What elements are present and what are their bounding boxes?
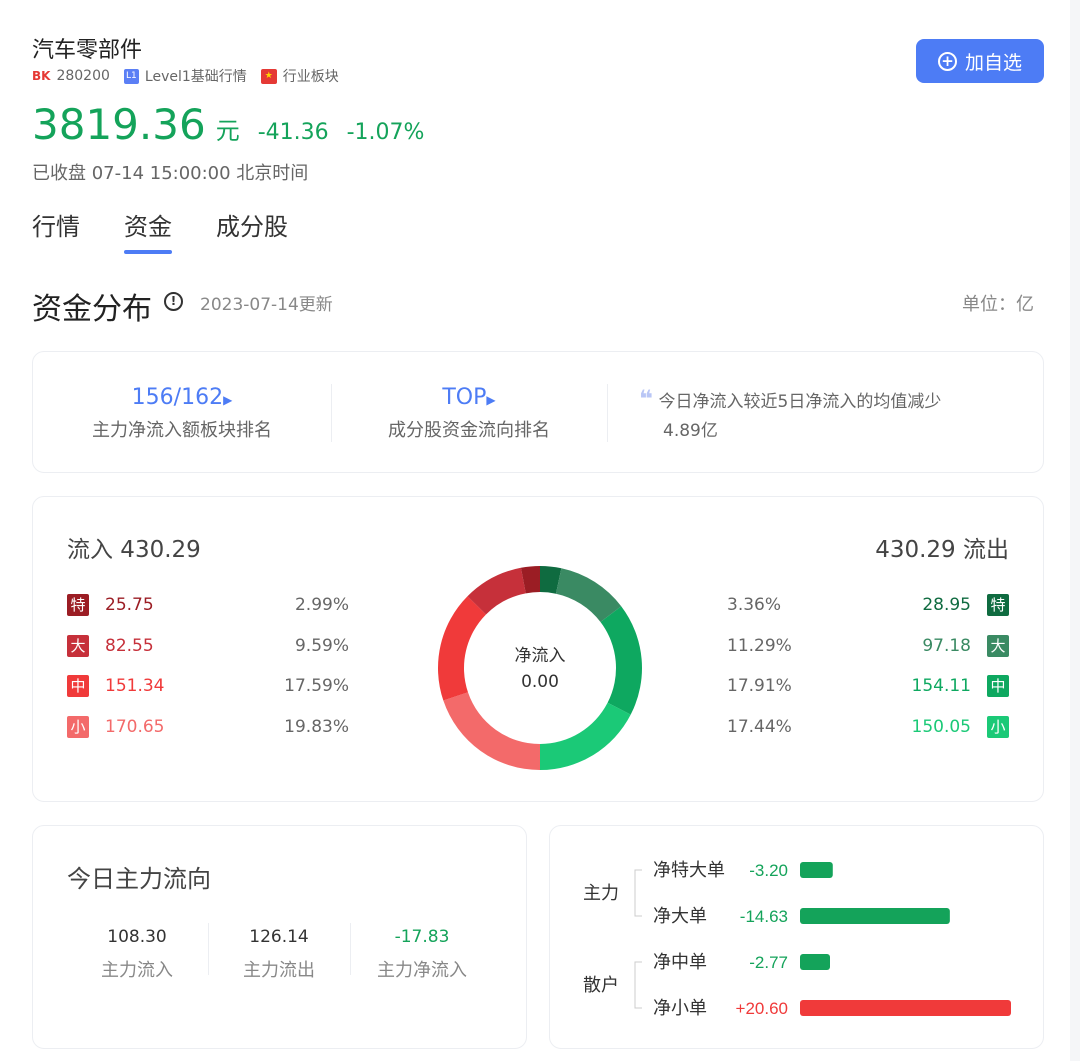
net-inflow-note: ❝ 今日净流入较近5日净流入的均值减少 4.89亿 bbox=[639, 385, 941, 446]
inflow-pct: 9.59% bbox=[294, 636, 349, 656]
main-flow-stat-value: 108.30 bbox=[107, 927, 167, 947]
today-main-flow-title: 今日主力流向 bbox=[67, 865, 211, 893]
net-order-value: +20.60 bbox=[736, 999, 788, 1018]
constituent-rank[interactable]: TOP▶ 成分股资金流向排名 bbox=[331, 385, 607, 442]
net-order-bar bbox=[800, 954, 830, 970]
inflow-tag-badge: 大 bbox=[67, 635, 89, 657]
net-order-bars: 主力 净特大单 -3.20 净大单 -14.63 散户 净中单 -2.77 净小单 +20.60 bbox=[583, 860, 1011, 1018]
net-order-value: -2.77 bbox=[749, 953, 788, 972]
fund-flow-card: 流入 430.29 430.29 流出 净流入 0.00 特 25.75 2.99%… bbox=[32, 496, 1044, 802]
main-flow-stat-label: 主力净流入 bbox=[377, 960, 467, 981]
add-watchlist-button[interactable]: + 加自选 bbox=[916, 39, 1044, 83]
quote-icon: ❝ bbox=[639, 385, 654, 413]
close-time: 已收盘 07-14 15:00:00 北京时间 bbox=[32, 163, 309, 184]
inflow-tag-badge: 特 bbox=[67, 594, 89, 616]
net-order-value: -3.20 bbox=[749, 861, 788, 880]
net-group-label: 散户 bbox=[583, 975, 619, 995]
outflow-pct: 17.44% bbox=[727, 717, 792, 737]
outflow-pct: 3.36% bbox=[727, 595, 782, 615]
inflow-pct: 19.83% bbox=[284, 717, 349, 737]
main-flow-stat-label: 主力流入 bbox=[101, 960, 173, 981]
donut-center: 净流入 0.00 bbox=[437, 641, 643, 692]
inflow-tag-badge: 小 bbox=[67, 716, 89, 738]
outflow-tag-badge: 特 bbox=[987, 594, 1009, 616]
tab-quote[interactable]: 行情 bbox=[32, 207, 80, 254]
outflow-tag-badge: 中 bbox=[987, 675, 1009, 697]
outflow-pct: 17.91% bbox=[727, 676, 792, 696]
main-flow-stat-value: 126.14 bbox=[249, 927, 309, 947]
price-unit: 元 bbox=[215, 117, 240, 145]
net-order-label: 净大单 bbox=[653, 906, 707, 926]
price-change-pct: -1.07% bbox=[346, 120, 425, 145]
outflow-total: 430.29 流出 bbox=[875, 537, 1009, 563]
section-title: 资金分布 bbox=[32, 292, 152, 327]
net-group-label: 主力 bbox=[583, 883, 619, 903]
net-inflow-value: 0.00 bbox=[521, 672, 559, 692]
net-order-label: 净特大单 bbox=[653, 860, 725, 880]
board-code: 280200 bbox=[56, 68, 110, 84]
net-order-bar bbox=[800, 862, 833, 878]
net-order-value: -14.63 bbox=[740, 907, 788, 926]
bk-tag: BK bbox=[32, 69, 51, 83]
outflow-value: 150.05 bbox=[911, 717, 971, 737]
net-order-label: 净中单 bbox=[653, 952, 707, 972]
stock-name: 汽车零部件 bbox=[32, 38, 143, 63]
inflow-value: 25.75 bbox=[105, 595, 154, 615]
china-flag-icon: ★ bbox=[260, 68, 277, 84]
plus-circle-icon: + bbox=[937, 51, 957, 71]
donut-slice bbox=[443, 692, 540, 770]
price-change: -41.36 bbox=[257, 120, 329, 145]
rank-card: 156/162▶ 主力净流入额板块排名 TOP▶ 成分股资金流向排名 ❝ 今日净… bbox=[32, 351, 1044, 473]
update-date: 2023-07-14更新 bbox=[200, 295, 333, 315]
caret-right-icon: ▶ bbox=[486, 393, 496, 407]
net-order-bar bbox=[800, 908, 950, 924]
unit-label: 单位：亿 bbox=[962, 294, 1034, 315]
outflow-tag-badge: 小 bbox=[987, 716, 1009, 738]
main-flow-stat-value: -17.83 bbox=[394, 927, 450, 947]
tab-constituents[interactable]: 成分股 bbox=[216, 207, 288, 254]
inflow-pct: 17.59% bbox=[284, 676, 349, 696]
main-flow-stat-label: 主力流出 bbox=[243, 960, 315, 981]
board-rank[interactable]: 156/162▶ 主力净流入额板块排名 bbox=[33, 385, 331, 442]
outflow-value: 28.95 bbox=[922, 595, 971, 615]
net-inflow-label: 净流入 bbox=[514, 646, 566, 666]
inflow-tag-badge: 中 bbox=[67, 675, 89, 697]
net-order-card: 主力 净特大单 -3.20 净大单 -14.63 散户 净中单 -2.77 净小单 +20.60 bbox=[549, 825, 1044, 1049]
group-bracket bbox=[634, 869, 642, 917]
inflow-value: 170.65 bbox=[105, 717, 165, 737]
page: 汽车零部件 BK 280200 L1 Level1基础行情 ★ 行业板块 + 加… bbox=[0, 0, 1070, 1061]
donut-slice bbox=[540, 702, 631, 770]
meta-row: BK 280200 L1 Level1基础行情 ★ 行业板块 bbox=[32, 66, 339, 86]
inflow-total: 流入 430.29 bbox=[67, 537, 201, 563]
inflow-value: 82.55 bbox=[105, 636, 154, 656]
inflow-value: 151.34 bbox=[105, 676, 165, 696]
net-order-label: 净小单 bbox=[653, 998, 707, 1018]
note-line1: 今日净流入较近5日净流入的均值减少 bbox=[658, 392, 942, 412]
constituent-rank-label: 成分股资金流向排名 bbox=[388, 420, 550, 441]
today-main-flow-card: 今日主力流向 108.30 主力流入 126.14 主力流出 -17.83 主力净流入 bbox=[32, 825, 527, 1049]
group-bracket bbox=[634, 961, 642, 1009]
board-type-text: 行业板块 bbox=[282, 69, 339, 85]
add-watchlist-label: 加自选 bbox=[964, 51, 1022, 74]
info-icon[interactable]: ! bbox=[164, 292, 183, 311]
outflow-value: 154.11 bbox=[911, 676, 971, 696]
divider bbox=[607, 384, 608, 442]
outflow-pct: 11.29% bbox=[727, 636, 792, 656]
caret-right-icon: ▶ bbox=[223, 393, 233, 407]
outflow-tag-badge: 大 bbox=[987, 635, 1009, 657]
price: 3819.36 bbox=[32, 100, 206, 149]
net-order-bar bbox=[800, 1000, 1011, 1016]
inflow-pct: 2.99% bbox=[294, 595, 349, 615]
divider bbox=[350, 923, 351, 975]
note-line2: 4.89亿 bbox=[663, 421, 718, 441]
board-rank-value: 156/162 bbox=[131, 385, 224, 410]
top-value: TOP bbox=[442, 385, 487, 410]
tab-funds[interactable]: 资金 bbox=[124, 207, 172, 254]
board-rank-label: 主力净流入额板块排名 bbox=[92, 420, 272, 441]
level1-icon: L1 bbox=[123, 68, 139, 84]
outflow-value: 97.18 bbox=[922, 636, 971, 656]
price-row: 3819.36 元 -41.36 -1.07% bbox=[32, 100, 424, 149]
level1-text: Level1基础行情 bbox=[144, 69, 247, 85]
tab-bar: 行情 资金 成分股 bbox=[32, 207, 288, 254]
